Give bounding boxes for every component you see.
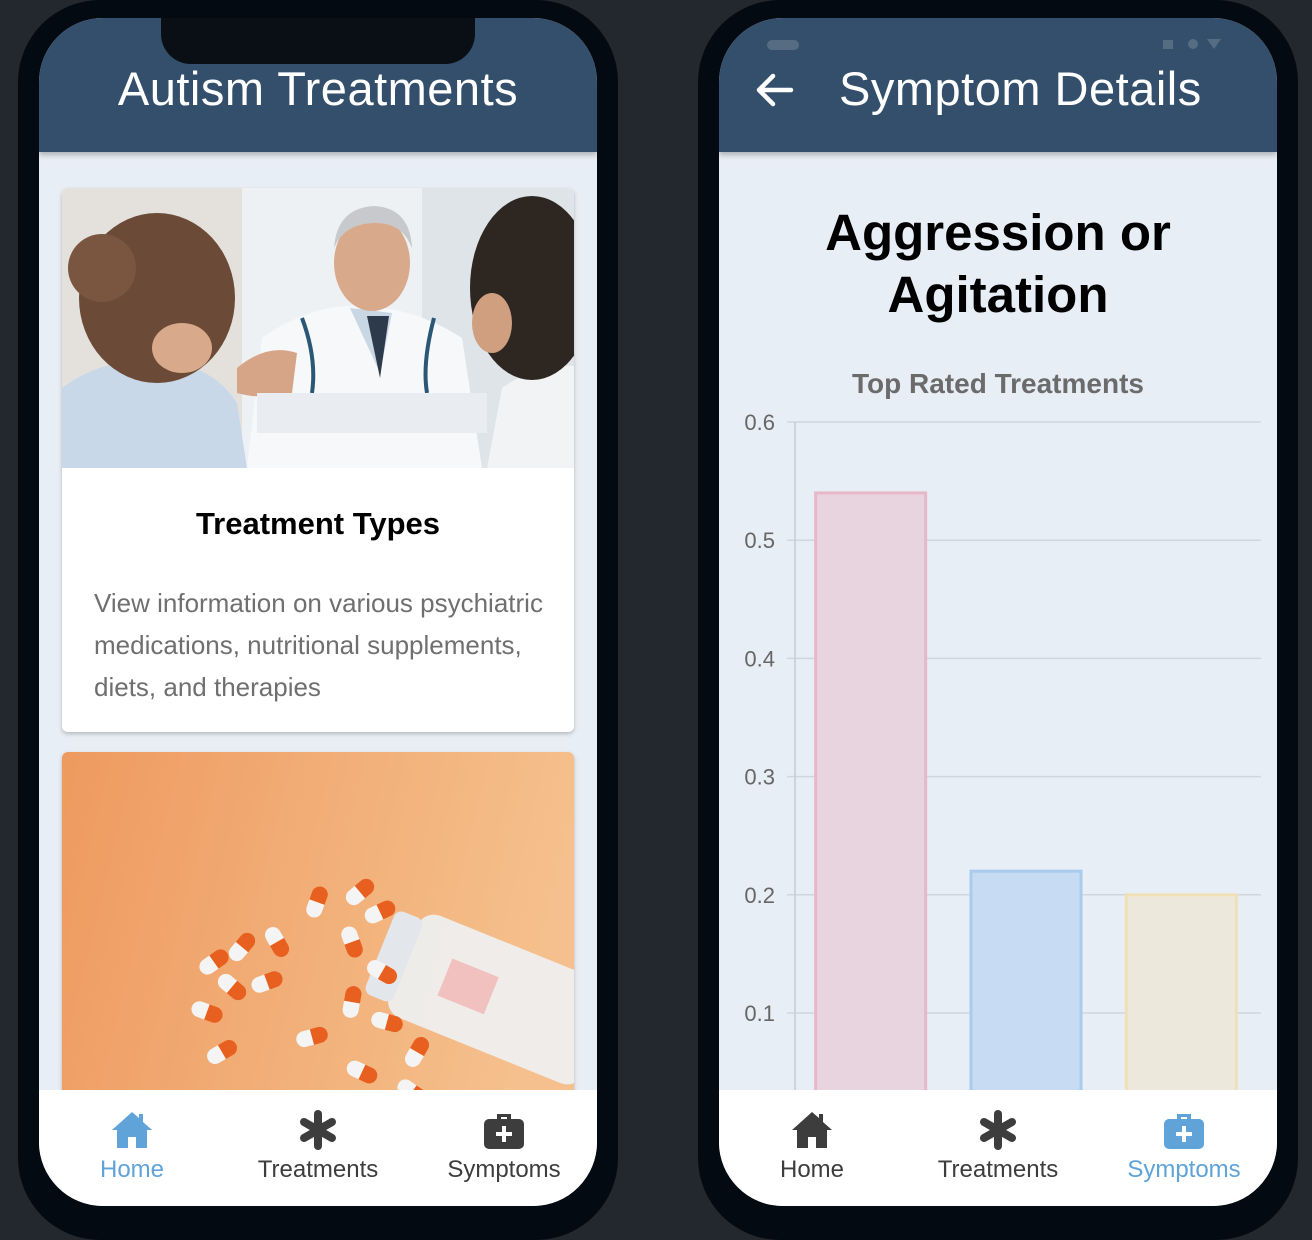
tab-label-treatments: Treatments (257, 1156, 379, 1183)
tab-label-symptoms: Symptoms (1127, 1156, 1241, 1183)
treatment-types-card[interactable]: Treatment Types View information on vari… (62, 188, 574, 732)
symptom-title: Aggression or Agitation (825, 204, 1171, 323)
tab-treatments[interactable]: Treatments (225, 1090, 411, 1206)
bar-2[interactable] (969, 869, 1083, 1108)
tab-label-treatments: Treatments (937, 1156, 1059, 1183)
tab-home[interactable]: Home (39, 1090, 225, 1206)
tab-treatments[interactable]: Treatments (905, 1090, 1091, 1206)
chart-title: Top Rated Treatments (852, 368, 1144, 399)
asterisk-icon (980, 1110, 1016, 1150)
y-tick-label: 0.2 (744, 883, 775, 908)
tab-label-home: Home (779, 1156, 845, 1183)
app-header: Symptom Details (719, 18, 1277, 152)
phone-home: Autism Treatments Treatment Types View i… (18, 0, 618, 1240)
doctor-consultation-image (62, 188, 574, 468)
page-title: Autism Treatments (117, 62, 519, 115)
card-title: Treatment Types (195, 506, 441, 541)
top-rated-treatments-chart: 0.6 0.5 0.4 0.3 0.2 0.1 (744, 410, 1261, 1108)
tab-home[interactable]: Home (719, 1090, 905, 1206)
bar-1[interactable] (814, 491, 928, 1108)
symptom-details-screen: Symptom Details Aggression or Agitation … (719, 18, 1277, 1206)
card-description: View information on various psychiatric … (94, 588, 543, 702)
page-title: Symptom Details (839, 62, 1202, 115)
medkit-icon (484, 1114, 524, 1149)
y-tick-label: 0.5 (744, 528, 775, 553)
medkit-icon (1164, 1114, 1204, 1149)
tab-label-symptoms: Symptoms (447, 1156, 561, 1183)
y-tick-label: 0.3 (744, 765, 775, 790)
tab-symptoms[interactable]: Symptoms (1091, 1090, 1277, 1206)
status-pill-icon (767, 40, 799, 50)
phone-symptom-details: Symptom Details Aggression or Agitation … (698, 0, 1298, 1240)
back-arrow-icon[interactable] (749, 66, 799, 114)
tab-label-home: Home (99, 1156, 165, 1183)
tab-bar: Home Treatments Symptoms (719, 1090, 1277, 1206)
y-tick-label: 0.6 (744, 410, 775, 435)
tab-symptoms[interactable]: Symptoms (411, 1090, 597, 1206)
home-icon (112, 1112, 152, 1148)
home-icon (792, 1112, 832, 1148)
y-tick-label: 0.4 (744, 646, 775, 671)
bar-3[interactable] (1124, 893, 1238, 1108)
device-notch (161, 18, 475, 64)
home-screen: Autism Treatments Treatment Types View i… (39, 18, 597, 1206)
tab-bar: Home Treatments Symptoms (39, 1090, 597, 1206)
status-bar-icons (1163, 39, 1221, 49)
y-tick-label: 0.1 (744, 1001, 775, 1026)
asterisk-icon (300, 1110, 336, 1150)
